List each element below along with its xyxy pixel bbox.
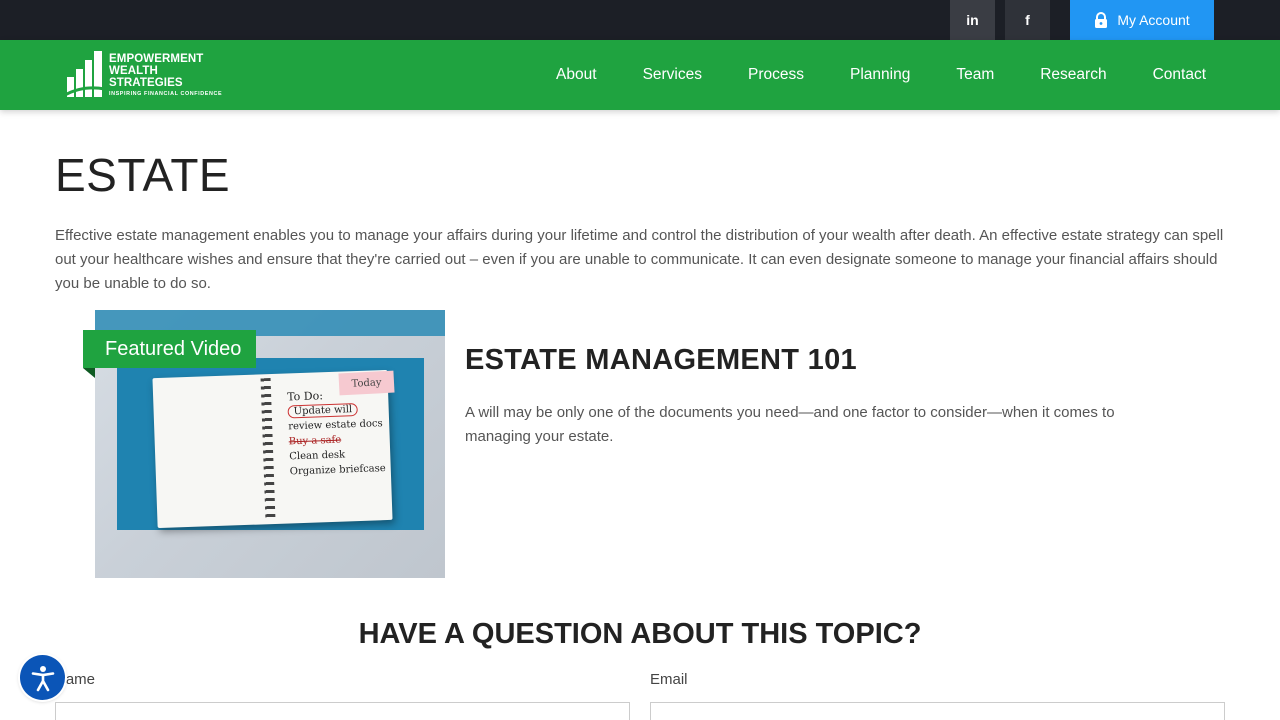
todo-list: To Do: Update will review estate docs Bu… bbox=[287, 386, 386, 479]
lock-icon bbox=[1095, 11, 1108, 28]
nav-research[interactable]: Research bbox=[1040, 66, 1106, 84]
page-title: ESTATE bbox=[55, 149, 231, 201]
logo-tagline: INSPIRING FINANCIAL CONFIDENCE bbox=[109, 91, 223, 97]
accessibility-person-icon bbox=[31, 665, 54, 691]
accessibility-button[interactable] bbox=[20, 655, 65, 700]
my-account-label: My Account bbox=[1117, 12, 1190, 28]
logo[interactable]: EMPOWERMENT WEALTH STRATEGIES INSPIRING … bbox=[65, 49, 225, 101]
nav-team[interactable]: Team bbox=[956, 66, 994, 84]
nav-planning[interactable]: Planning bbox=[850, 66, 910, 84]
name-input[interactable] bbox=[55, 702, 630, 720]
intro-paragraph: Effective estate management enables you … bbox=[55, 227, 1224, 292]
nav-contact[interactable]: Contact bbox=[1153, 66, 1206, 84]
nav-process[interactable]: Process bbox=[748, 66, 804, 84]
nav-about[interactable]: About bbox=[556, 66, 597, 84]
linkedin-icon[interactable]: in bbox=[950, 0, 995, 40]
notebook-spiral bbox=[260, 378, 276, 521]
logo-bars-icon bbox=[65, 51, 105, 97]
video-description: A will may be only one of the documents … bbox=[465, 404, 1115, 445]
todo-item: Organize briefcase bbox=[289, 463, 386, 478]
logo-line-1: EMPOWERMENT bbox=[109, 53, 204, 65]
my-account-button[interactable]: My Account bbox=[1070, 0, 1214, 40]
video-title[interactable]: ESTATE MANAGEMENT 101 bbox=[465, 344, 857, 377]
sticky-note: Today bbox=[338, 370, 395, 396]
email-label: Email bbox=[650, 671, 688, 688]
badge-fold bbox=[83, 368, 95, 378]
facebook-icon[interactable]: f bbox=[1005, 0, 1050, 40]
logo-text: EMPOWERMENT WEALTH STRATEGIES INSPIRING … bbox=[109, 53, 222, 98]
primary-nav: About Services Process Planning Team Res… bbox=[510, 40, 1206, 110]
logo-line-3: STRATEGIES bbox=[109, 77, 183, 89]
main-navbar: EMPOWERMENT WEALTH STRATEGIES INSPIRING … bbox=[0, 40, 1280, 110]
featured-video-badge: Featured Video bbox=[83, 330, 257, 368]
logo-line-2: WEALTH bbox=[109, 65, 158, 77]
nav-services[interactable]: Services bbox=[643, 66, 702, 84]
email-input[interactable] bbox=[650, 702, 1225, 720]
top-bar: in f My Account bbox=[0, 0, 1280, 40]
question-heading: HAVE A QUESTION ABOUT THIS TOPIC? bbox=[358, 618, 922, 650]
todo-item-text: Update will bbox=[287, 402, 359, 419]
